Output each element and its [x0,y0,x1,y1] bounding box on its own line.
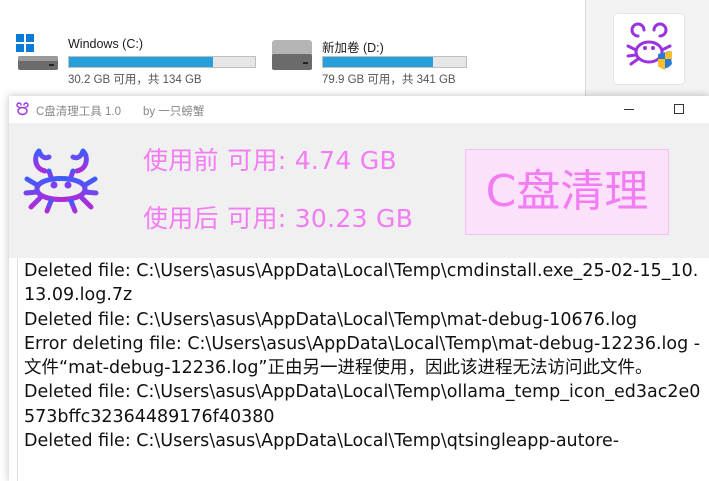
log-line: Error deleting file: C:\Users\asus\AppDa… [24,333,701,379]
before-free-space: 使用前 可用: 4.74 GB [143,146,397,175]
drive-usage-fill [323,57,433,67]
cleaner-window: C盘清理工具 1.0 by 一只螃蟹 使用前 可用: 4.74 GB 使用后 可… [9,96,709,481]
windows-drive-icon [16,34,58,70]
file-explorer-window: Windows (C:) 30.2 GB 可用，共 134 GB 新加卷 (D:… [0,0,586,96]
minimize-button[interactable] [609,96,649,123]
drive-usage-bar [322,56,467,68]
drive-d[interactable]: 新加卷 (D:) 79.9 GB 可用，共 341 GB [270,26,520,86]
drive-usage-bar [68,56,256,68]
drive-name: 新加卷 (D:) [322,41,384,55]
drive-free-space: 79.9 GB 可用，共 341 GB [322,74,456,86]
drive-name: Windows (C:) [68,37,144,51]
drive-usage-fill [69,57,214,67]
crab-logo-icon [23,148,99,214]
log-output[interactable]: Deleted file: C:\Users\asus\AppData\Loca… [17,258,709,481]
side-panel [586,0,709,96]
after-free-space: 使用后 可用: 30.23 GB [143,204,414,233]
log-line: Deleted file: C:\Users\asus\AppData\Loca… [24,431,620,452]
crab-shield-icon [626,22,672,70]
crab-icon [16,102,29,116]
title-bar[interactable]: C盘清理工具 1.0 by 一只螃蟹 [9,96,709,123]
log-line: Deleted file: C:\Users\asus\AppData\Loca… [24,261,699,306]
clean-c-drive-button[interactable]: C盘清理 [465,149,669,235]
maximize-button[interactable] [659,96,699,123]
log-line: Deleted file: C:\Users\asus\AppData\Loca… [24,382,701,427]
status-panel: 使用前 可用: 4.74 GB 使用后 可用: 30.23 GB C盘清理 [9,123,709,258]
window-title: C盘清理工具 1.0 [36,106,121,118]
log-line: Deleted file: C:\Users\asus\AppData\Loca… [24,309,638,330]
window-author: by 一只螃蟹 [143,106,205,118]
drive-free-space: 30.2 GB 可用，共 134 GB [68,74,202,86]
drive-c[interactable]: Windows (C:) 30.2 GB 可用，共 134 GB [16,26,266,86]
app-shortcut[interactable] [613,13,685,85]
hard-drive-icon [272,40,312,70]
